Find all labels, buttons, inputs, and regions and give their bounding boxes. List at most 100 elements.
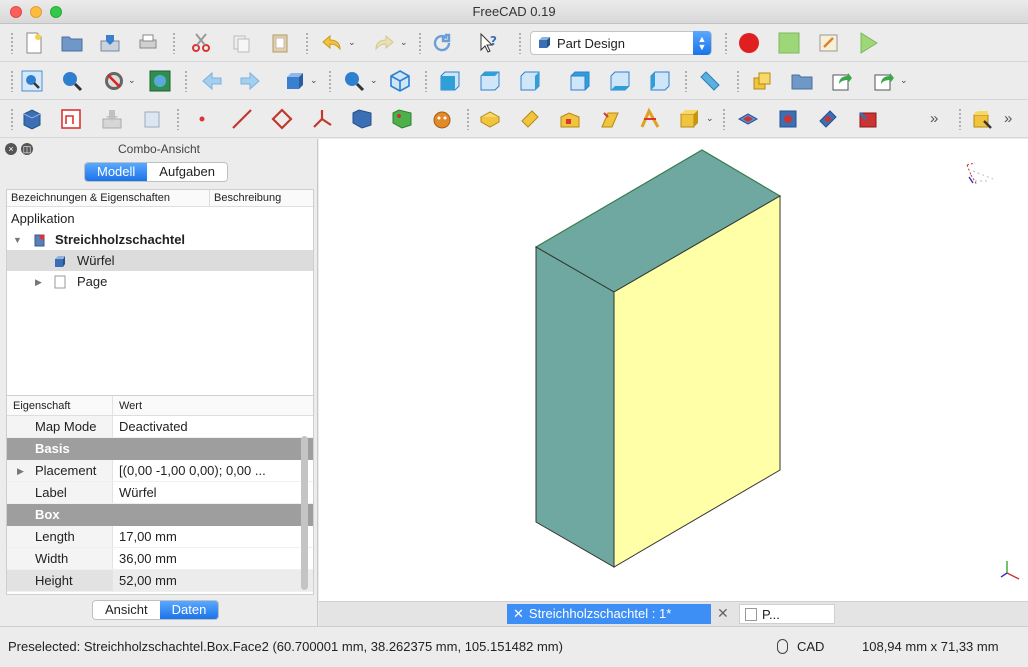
- std-views-icon[interactable]: [280, 67, 308, 95]
- copy-icon[interactable]: [227, 29, 255, 57]
- datum-point-icon[interactable]: [188, 105, 216, 133]
- tree-item-document[interactable]: ▼ Streichholzschachtel: [7, 229, 313, 250]
- paste-icon[interactable]: [266, 29, 294, 57]
- refresh-icon[interactable]: [428, 29, 456, 57]
- create-group-icon[interactable]: [788, 67, 816, 95]
- pocket-icon[interactable]: [734, 105, 762, 133]
- measure-distance-icon[interactable]: [696, 67, 724, 95]
- toolbar-grip[interactable]: [722, 108, 726, 130]
- float-icon[interactable]: ◫: [21, 143, 33, 155]
- record-macro-icon[interactable]: [735, 29, 763, 57]
- chevron-down-icon[interactable]: ⌄: [348, 37, 356, 48]
- 3d-viewport[interactable]: [319, 139, 1028, 601]
- revolution-icon[interactable]: [516, 105, 544, 133]
- expand-arrow-icon[interactable]: ▼: [13, 230, 22, 251]
- undo-icon[interactable]: [318, 29, 346, 57]
- property-value[interactable]: 17,00 mm: [113, 526, 313, 547]
- toolbar-grip[interactable]: [958, 108, 962, 130]
- clone-icon[interactable]: [138, 105, 166, 133]
- left-view-icon[interactable]: [646, 67, 674, 95]
- property-header-key[interactable]: Eigenschaft: [7, 396, 113, 415]
- toolbar-grip[interactable]: [466, 108, 470, 130]
- toolbar-grip[interactable]: [10, 108, 14, 130]
- close-icon[interactable]: ×: [5, 143, 17, 155]
- property-row-length[interactable]: Length 17,00 mm: [7, 526, 313, 548]
- toolbar-grip[interactable]: [10, 32, 14, 54]
- link-actions-icon[interactable]: [870, 67, 898, 95]
- property-row-placement[interactable]: ▶ Placement [(0,00 -1,00 0,00); 0,00 ...: [7, 460, 313, 482]
- chevron-down-icon[interactable]: ⌄: [900, 75, 908, 86]
- toolbar-grip[interactable]: [736, 70, 740, 92]
- toolbar-grip[interactable]: [172, 32, 176, 54]
- whats-this-icon[interactable]: ?: [474, 29, 502, 57]
- shape-binder-icon[interactable]: [348, 105, 376, 133]
- validate-sketch-icon[interactable]: [98, 105, 126, 133]
- additive-pipe-icon[interactable]: [596, 105, 624, 133]
- toolbar-grip[interactable]: [10, 70, 14, 92]
- property-value[interactable]: 36,00 mm: [113, 548, 313, 569]
- new-document-icon[interactable]: [20, 29, 48, 57]
- window-minimize-button[interactable]: [30, 6, 42, 18]
- cut-icon[interactable]: [187, 29, 215, 57]
- bounding-box-icon[interactable]: [146, 67, 174, 95]
- property-row-map-mode[interactable]: Map Mode Deactivated: [7, 416, 313, 438]
- save-icon[interactable]: [96, 29, 124, 57]
- toolbar-grip[interactable]: [328, 70, 332, 92]
- datum-plane-icon[interactable]: [268, 105, 296, 133]
- top-view-icon[interactable]: [476, 67, 504, 95]
- clone-feature-icon[interactable]: [428, 105, 456, 133]
- additive-primitive-icon[interactable]: [676, 105, 704, 133]
- property-value[interactable]: 52,00 mm: [113, 570, 313, 591]
- chevron-down-icon[interactable]: ⌄: [128, 75, 136, 86]
- expand-arrow-icon[interactable]: ▶: [17, 460, 24, 482]
- front-view-icon[interactable]: [436, 67, 464, 95]
- toolbar-grip[interactable]: [184, 70, 188, 92]
- chevron-down-icon[interactable]: ⌄: [370, 75, 378, 86]
- chevron-down-icon[interactable]: ⌄: [400, 37, 408, 48]
- property-value[interactable]: [(0,00 -1,00 0,00); 0,00 ...: [113, 460, 313, 481]
- tree-header-labels[interactable]: Bezeichnungen & Eigenschaften: [7, 190, 210, 206]
- toolbar-grip[interactable]: [176, 108, 180, 130]
- open-folder-icon[interactable]: [58, 29, 86, 57]
- toolbar-grip[interactable]: [424, 70, 428, 92]
- fillet-icon[interactable]: [968, 105, 996, 133]
- property-vertical-scrollbar[interactable]: [301, 436, 308, 590]
- doc-tab-page[interactable]: P...: [739, 604, 835, 624]
- stop-macro-icon[interactable]: [775, 29, 803, 57]
- macros-icon[interactable]: [815, 29, 843, 57]
- toolbar-grip[interactable]: [305, 32, 309, 54]
- tab-ansicht[interactable]: Ansicht: [93, 601, 160, 619]
- additive-helix-icon[interactable]: [636, 105, 664, 133]
- zoom-icon[interactable]: [340, 67, 368, 95]
- close-icon[interactable]: ✕: [717, 605, 729, 622]
- tree-item-page[interactable]: ▶ Page: [7, 271, 313, 292]
- navigation-style-button[interactable]: CAD: [797, 627, 824, 667]
- window-close-button[interactable]: [10, 6, 22, 18]
- window-maximize-button[interactable]: [50, 6, 62, 18]
- tab-modell[interactable]: Modell: [85, 163, 148, 181]
- print-icon[interactable]: [134, 29, 162, 57]
- pad-icon[interactable]: [476, 105, 504, 133]
- property-row-height[interactable]: Height 52,00 mm: [7, 570, 313, 592]
- local-coordinate-system-icon[interactable]: [308, 105, 336, 133]
- groove-icon[interactable]: [814, 105, 842, 133]
- fit-selection-icon[interactable]: [58, 67, 86, 95]
- property-header-value[interactable]: Wert: [113, 396, 142, 415]
- rear-view-icon[interactable]: [566, 67, 594, 95]
- tree-item-wuerfel[interactable]: Würfel: [7, 250, 313, 271]
- redo-icon[interactable]: [370, 29, 398, 57]
- property-row-label[interactable]: Label Würfel: [7, 482, 313, 504]
- datum-line-icon[interactable]: [228, 105, 256, 133]
- right-view-icon[interactable]: [516, 67, 544, 95]
- property-value[interactable]: Würfel: [113, 482, 313, 503]
- isometric-view-icon[interactable]: [386, 67, 414, 95]
- additive-loft-icon[interactable]: [556, 105, 584, 133]
- hole-icon[interactable]: [774, 105, 802, 133]
- create-sketch-icon[interactable]: [57, 105, 85, 133]
- chevron-down-icon[interactable]: ⌄: [310, 75, 318, 86]
- create-body-icon[interactable]: [18, 105, 46, 133]
- updown-arrows-icon[interactable]: ▲ ▼: [693, 31, 711, 55]
- toolbar-grip[interactable]: [418, 32, 422, 54]
- tab-daten[interactable]: Daten: [159, 601, 219, 619]
- more-tools-button[interactable]: »: [1004, 110, 1012, 127]
